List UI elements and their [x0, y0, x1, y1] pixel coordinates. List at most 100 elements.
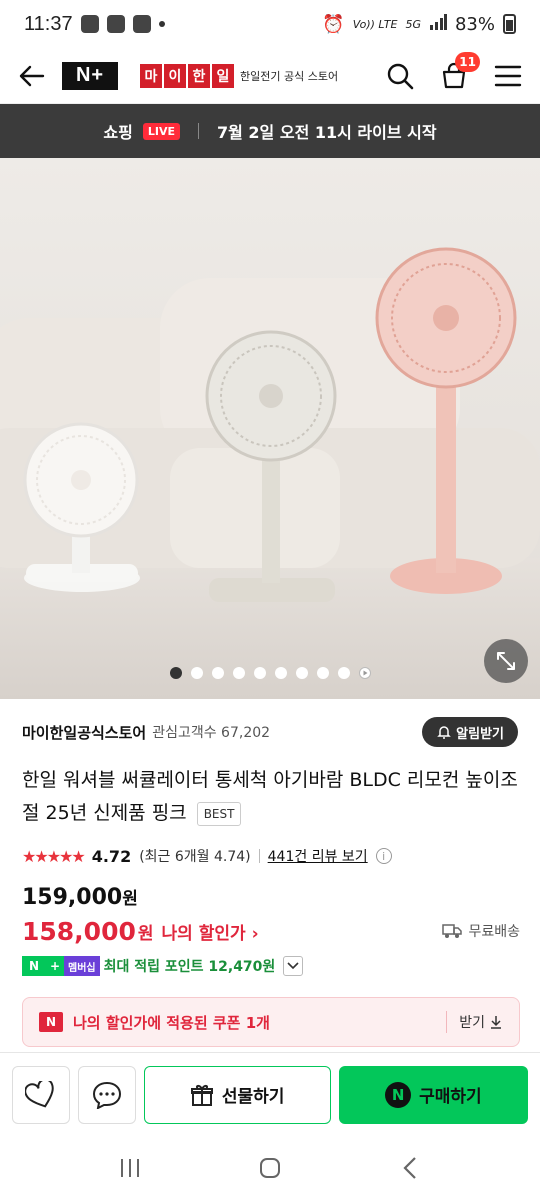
live-banner-text: 7월 2일 오전 11시 라이브 시작: [217, 123, 437, 142]
buy-button-label: 구매하기: [419, 1087, 482, 1107]
recent-apps-button[interactable]: [110, 1148, 150, 1188]
coupon-text: 나의 할인가에 적용된 쿠폰 1개: [73, 1013, 270, 1032]
get-coupon-button[interactable]: 받기: [459, 1012, 503, 1032]
live-banner-prefix: 쇼핑: [103, 123, 133, 142]
wishlist-button[interactable]: [12, 1065, 70, 1124]
download-icon: [491, 1016, 501, 1029]
heart-link-icon: [24, 1080, 54, 1107]
truck-icon: [442, 924, 463, 938]
menu-button[interactable]: [490, 58, 526, 94]
back-button[interactable]: [14, 58, 50, 94]
battery-percent: 83%: [454, 13, 495, 35]
carousel-dot[interactable]: [211, 667, 224, 679]
discounted-price-unit: 원: [137, 923, 154, 944]
volte-indicator: Vo)) LTE: [352, 17, 398, 31]
subscribe-alarm-button[interactable]: 알림받기: [422, 717, 518, 747]
info-icon[interactable]: i: [375, 848, 392, 864]
carousel-dot[interactable]: [295, 667, 308, 679]
badge-n: N: [22, 956, 46, 976]
shipping-label: 무료배송: [468, 924, 520, 940]
recent-apps-icon: [121, 1159, 139, 1177]
review-link[interactable]: 441건 리뷰 보기: [268, 846, 368, 866]
chevron-down-icon: [287, 962, 299, 970]
carousel-dot[interactable]: [337, 667, 350, 679]
store-subtitle: 한일전기 공식 스토어: [240, 69, 339, 83]
gift-button[interactable]: 선물하기: [143, 1065, 331, 1124]
carousel-dot[interactable]: [190, 667, 203, 679]
product-photo: [0, 158, 540, 699]
seller-row: 마이한일공식스토어 관심고객수 67,202 알림받기: [22, 715, 518, 749]
original-price-unit: 원: [122, 889, 138, 909]
carousel-video-dot[interactable]: [358, 667, 371, 679]
signal-icon: [429, 13, 447, 35]
play-icon: [363, 670, 367, 676]
my-discount-label: 나의 할인가: [161, 923, 246, 944]
carousel-dot[interactable]: [169, 667, 182, 679]
gift-button-label: 선물하기: [221, 1087, 285, 1107]
expand-icon: [497, 652, 515, 670]
naver-coupon-icon: N: [39, 1012, 63, 1032]
carousel-dot[interactable]: [316, 667, 329, 679]
divider: [198, 123, 199, 139]
status-time: 11:37: [24, 12, 73, 35]
original-price: 159,000원: [22, 884, 138, 910]
cart-button[interactable]: 11: [436, 51, 480, 94]
live-shopping-banner[interactable]: 쇼핑 LIVE 7월 2일 오전 11시 라이브 시작: [0, 104, 540, 158]
voicemail-notification-icon: [132, 15, 151, 33]
discounted-price: 158,000: [22, 916, 136, 946]
home-button[interactable]: [250, 1148, 290, 1188]
product-title-text: 한일 워셔블 써큘레이터 통세척 아기바람 BLDC 리모컨 높이조절 25년 …: [22, 769, 518, 824]
network-type: 5G: [405, 17, 421, 31]
gallery-notification-icon: [106, 15, 125, 33]
shipping-info: 무료배송: [442, 921, 520, 941]
chevron-right-icon: ›: [251, 923, 259, 944]
best-badge: BEST: [196, 801, 242, 826]
membership-points-row[interactable]: N + 멤버십 최대 적립 포인트 12,470원: [22, 955, 304, 977]
system-navigation-bar: [0, 1136, 540, 1200]
store-logo-char: 이: [164, 63, 186, 88]
store-logo-char: 한: [188, 63, 210, 88]
badge-member: 멤버십: [64, 956, 100, 976]
chat-bubble-icon: [92, 1081, 121, 1109]
arrow-left-icon: [19, 65, 45, 86]
chevron-left-icon: [403, 1157, 416, 1179]
divider: [258, 849, 260, 863]
alarm-button-label: 알림받기: [456, 726, 504, 742]
carousel-dot[interactable]: [253, 667, 266, 679]
home-icon: [260, 1158, 280, 1178]
seller-followers: 관심고객수 67,202: [152, 725, 271, 741]
live-tag: LIVE: [142, 122, 180, 140]
purchase-action-bar: 선물하기 N 구매하기: [0, 1052, 540, 1136]
product-title: 한일 워셔블 써큘레이터 통세척 아기바람 BLDC 리모컨 높이조절 25년 …: [22, 764, 522, 830]
app-header: N+ 마 이 한 일 한일전기 공식 스토어 11: [0, 48, 540, 104]
points-expand-toggle[interactable]: [283, 956, 304, 976]
status-bar: 11:37 ⏰ Vo)) LTE 5G 83%: [0, 0, 540, 48]
discount-price-row: 158,000 원 나의 할인가 › 무료배송: [22, 914, 520, 948]
kakaotalk-notification-icon: [80, 15, 99, 33]
cart-count-badge: 11: [455, 51, 480, 72]
rating-recent: (최근 6개월 4.74): [139, 849, 251, 865]
carousel-dot[interactable]: [232, 667, 245, 679]
gift-icon: [190, 1084, 213, 1106]
battery-icon: [503, 14, 516, 34]
search-button[interactable]: [382, 58, 418, 94]
buy-button[interactable]: N 구매하기: [338, 1065, 528, 1124]
naver-pay-icon: N: [385, 1081, 412, 1108]
rating-row: ★★★★★ 4.72 (최근 6개월 4.74) 441건 리뷰 보기 i: [22, 843, 392, 869]
original-price-value: 159,000: [22, 885, 123, 910]
chat-inquiry-button[interactable]: [77, 1065, 136, 1124]
points-text: 최대 적립 포인트 12,470원: [103, 959, 276, 975]
system-back-button[interactable]: [390, 1148, 430, 1188]
applied-coupon-box[interactable]: N 나의 할인가에 적용된 쿠폰 1개 받기: [22, 997, 520, 1047]
expand-image-button[interactable]: [484, 639, 528, 683]
store-logo-char: 마: [140, 63, 162, 88]
my-discount-link[interactable]: 나의 할인가 ›: [162, 919, 259, 944]
nplus-membership-badge: N + 멤버십: [22, 956, 100, 976]
product-image-carousel[interactable]: [0, 158, 540, 699]
star-rating-icon: ★★★★★: [22, 846, 86, 866]
carousel-dot[interactable]: [274, 667, 287, 679]
nplus-logo[interactable]: N+: [62, 61, 118, 90]
search-icon: [387, 63, 414, 89]
store-logo[interactable]: 마 이 한 일: [140, 63, 234, 88]
seller-name[interactable]: 마이한일공식스토어: [22, 722, 146, 743]
